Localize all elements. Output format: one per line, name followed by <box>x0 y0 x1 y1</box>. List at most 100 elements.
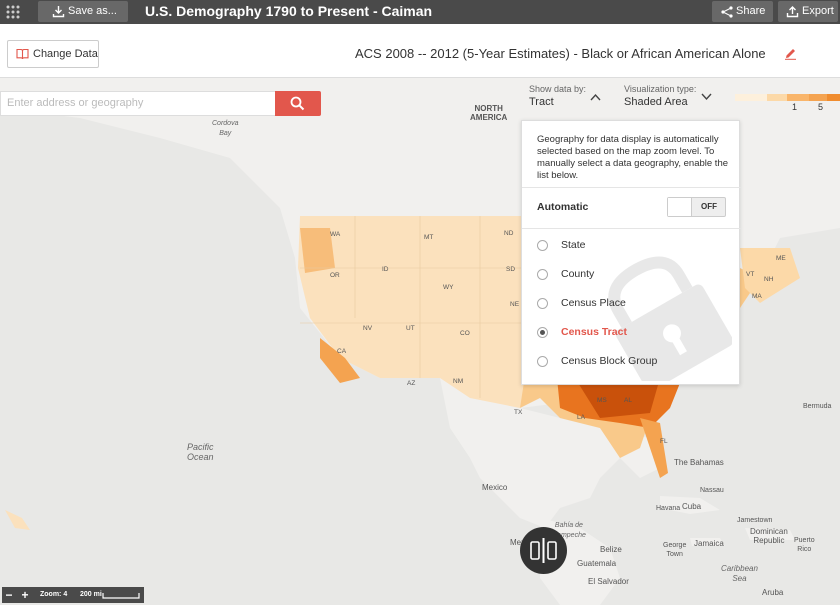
label-cuba: Cuba <box>682 502 702 511</box>
share-icon <box>721 6 733 18</box>
search-icon <box>290 96 305 111</box>
geography-search-input[interactable]: Enter address or geography <box>0 91 276 116</box>
share-button[interactable]: Share <box>712 1 773 22</box>
radio-census-place[interactable] <box>537 298 548 309</box>
label-puerto-rico: Puerto Rico <box>794 537 815 553</box>
state-label-wa: WA <box>330 231 341 238</box>
option-census-tract[interactable]: Census Tract <box>561 326 627 338</box>
radio-county[interactable] <box>537 269 548 280</box>
radio-census-block-group[interactable] <box>537 356 548 367</box>
swipe-icon <box>530 538 557 563</box>
geography-popover: Geography for data display is automatica… <box>521 120 741 385</box>
state-label-ne: NE <box>510 301 520 308</box>
label-mexico: Mexico <box>482 483 508 492</box>
label-nassau: Nassau <box>700 487 724 494</box>
label-bermuda: Bermuda <box>803 403 832 410</box>
chevron-up-icon[interactable] <box>590 93 601 101</box>
label-el-salvador: El Salvador <box>588 577 629 586</box>
edit-pencil-icon[interactable] <box>784 47 797 60</box>
download-icon <box>52 6 65 18</box>
label-dominican-republic: Dominican Republic <box>750 527 788 545</box>
state-label-co: CO <box>460 330 470 337</box>
scale-bar-label: 200 mi <box>80 591 102 598</box>
label-havana: Havana <box>656 505 681 512</box>
swipe-compare-button[interactable] <box>520 527 567 574</box>
legend-tick-1: 1 <box>792 102 798 112</box>
popover-divider <box>522 187 741 188</box>
state-label-fl: FL <box>660 438 668 445</box>
toggle-knob <box>668 198 692 216</box>
label-bahamas: The Bahamas <box>674 458 724 467</box>
app-title: U.S. Demography 1790 to Present - Caiman <box>145 3 433 19</box>
label-jamaica: Jamaica <box>694 539 724 548</box>
label-jamestown: Jamestown <box>737 517 773 524</box>
dataset-title: ACS 2008 -- 2012 (5-Year Estimates) - Bl… <box>355 46 766 61</box>
zoom-in-button[interactable]: + <box>18 587 32 603</box>
legend-swatch-5 <box>827 94 840 101</box>
share-label: Share <box>736 5 766 17</box>
state-label-mt: MT <box>424 234 434 241</box>
automatic-toggle[interactable]: OFF <box>667 197 726 217</box>
label-guatemala: Guatemala <box>577 559 617 568</box>
legend-color-ramp[interactable] <box>735 94 840 101</box>
state-label-ms: MS <box>597 397 607 404</box>
save-as-button[interactable]: Save as... <box>38 1 128 22</box>
radio-census-tract[interactable] <box>537 327 548 338</box>
label-cordova-bay: Cordova Bay <box>212 120 239 137</box>
save-as-label: Save as... <box>68 5 117 17</box>
upload-icon <box>786 6 799 18</box>
label-north-america: NORTH AMERICA <box>470 104 508 122</box>
option-census-place[interactable]: Census Place <box>561 297 626 309</box>
state-label-nm: NM <box>453 378 464 385</box>
state-label-ut: UT <box>406 325 415 332</box>
option-state[interactable]: State <box>561 239 586 251</box>
radio-state[interactable] <box>537 240 548 251</box>
show-data-by-value[interactable]: Tract <box>529 96 554 108</box>
chevron-down-icon[interactable] <box>701 93 712 101</box>
option-census-block-group[interactable]: Census Block Group <box>561 355 657 367</box>
state-label-me: ME <box>776 255 786 262</box>
legend-swatch-2 <box>767 94 787 101</box>
geography-description: Geography for data display is automatica… <box>537 134 729 181</box>
book-icon <box>16 48 29 60</box>
legend-tick-5: 5 <box>818 102 824 112</box>
change-data-button[interactable]: Change Data <box>7 40 99 68</box>
viz-type-label: Visualization type: <box>624 84 697 94</box>
state-label-ca: CA <box>337 348 347 355</box>
state-label-la: LA <box>577 414 585 421</box>
state-label-sd: SD <box>506 266 516 273</box>
export-button[interactable]: Export <box>778 1 838 22</box>
app-grid-icon[interactable] <box>5 4 21 20</box>
popover-divider-2 <box>522 228 741 229</box>
legend-swatch-1 <box>735 94 767 101</box>
state-label-tx: TX <box>514 409 523 416</box>
state-label-nd: ND <box>504 230 514 237</box>
search-button[interactable] <box>275 91 321 116</box>
state-label-id: ID <box>382 266 389 273</box>
state-label-vt: VT <box>746 271 755 278</box>
label-aruba: Aruba <box>762 588 784 597</box>
dataset-header: Change Data ACS 2008 -- 2012 (5-Year Est… <box>0 24 840 78</box>
state-label-az: AZ <box>407 380 416 387</box>
viz-type-value[interactable]: Shaded Area <box>624 96 688 108</box>
label-caribbean-sea: Caribbean Sea <box>721 564 758 583</box>
option-county[interactable]: County <box>561 268 594 280</box>
toggle-state-text: OFF <box>701 202 717 211</box>
scale-bar <box>102 593 140 599</box>
show-data-by-label: Show data by: <box>529 84 587 94</box>
automatic-label: Automatic <box>537 201 589 213</box>
state-label-ma: MA <box>752 293 762 300</box>
zoom-out-button[interactable]: − <box>2 587 16 603</box>
label-pacific-ocean: Pacific Ocean <box>187 442 214 462</box>
label-belize: Belize <box>600 545 622 554</box>
zoom-control: − + Zoom: 4 200 mi <box>2 587 144 603</box>
export-label: Export <box>802 5 834 17</box>
legend-swatch-3 <box>787 94 809 101</box>
zoom-level: Zoom: 4 <box>40 591 68 598</box>
state-label-wy: WY <box>443 284 454 291</box>
label-george-town: George Town <box>663 542 687 558</box>
state-label-or: OR <box>330 272 340 279</box>
top-bar: Save as... U.S. Demography 1790 to Prese… <box>0 0 840 24</box>
state-label-nv: NV <box>363 325 373 332</box>
change-data-label: Change Data <box>33 48 98 60</box>
